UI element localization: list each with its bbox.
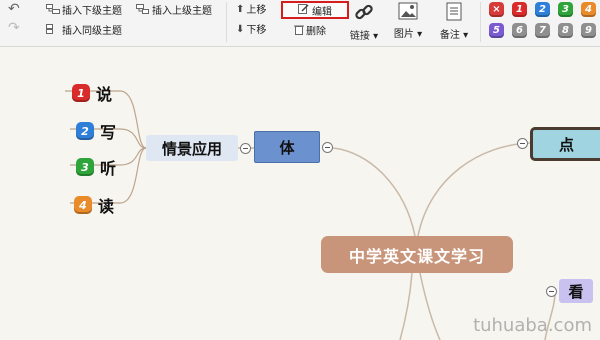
- marker-4-icon[interactable]: 4: [581, 2, 596, 17]
- node-label: 看: [568, 282, 584, 301]
- marker-5-icon[interactable]: 5: [489, 23, 504, 38]
- branch-ti-node[interactable]: 体: [254, 131, 320, 163]
- collapse-toggle-icon[interactable]: [546, 286, 557, 297]
- link-button[interactable]: 链接 ▾: [346, 2, 382, 42]
- marker-label: 2: [539, 4, 546, 15]
- marker-label: 4: [585, 4, 592, 15]
- edit-label: 编辑: [312, 6, 332, 18]
- image-icon: [389, 2, 427, 23]
- redo-icon[interactable]: ↷: [8, 21, 20, 35]
- edit-button[interactable]: 编辑: [281, 1, 349, 19]
- move-down-button[interactable]: ⬇ 下移: [236, 24, 266, 37]
- arrow-down-icon: ⬇: [236, 24, 245, 35]
- image-label: 图片: [393, 29, 414, 40]
- chevron-down-icon: ▾: [369, 31, 379, 42]
- move-down-label: 下移: [246, 25, 267, 36]
- priority-3-icon: 3: [76, 158, 94, 176]
- marker-label: 6: [516, 25, 523, 36]
- central-topic[interactable]: 中学英文课文学习: [321, 236, 513, 273]
- toolbar-divider: [226, 2, 227, 42]
- collapse-toggle-icon[interactable]: [240, 143, 251, 154]
- marker-label: 9: [585, 25, 592, 36]
- pencil-icon: [298, 3, 309, 17]
- node-label: 点: [558, 135, 574, 154]
- mindmap-canvas[interactable]: 1 说 2 写 3 听 4 读 情景应用 体 点 中学英文课文学习 看 tuhu…: [0, 47, 600, 340]
- marker-3-icon[interactable]: 3: [558, 2, 573, 17]
- marker-label: 5: [493, 25, 500, 36]
- watermark: tuhuaba.com: [473, 315, 592, 336]
- marker-9-icon[interactable]: 9: [581, 23, 596, 38]
- central-topic-label: 中学英文课文学习: [348, 246, 485, 266]
- delete-button[interactable]: 删除: [294, 24, 326, 39]
- collapse-toggle-icon[interactable]: [322, 142, 333, 153]
- delete-label: 删除: [306, 26, 326, 38]
- collapse-toggle-icon[interactable]: [517, 138, 528, 149]
- marker-label: 1: [516, 4, 523, 15]
- list-item[interactable]: 2 写: [76, 119, 116, 143]
- priority-2-icon: 2: [76, 122, 94, 140]
- chevron-down-icon: ▾: [413, 29, 423, 40]
- marker-1-icon[interactable]: 1: [512, 2, 527, 17]
- chevron-down-icon: ▾: [459, 30, 469, 41]
- insert-parent-icon: [136, 4, 150, 18]
- marker-number: 2: [81, 124, 89, 138]
- marker-label: 7: [539, 25, 546, 36]
- branch-kan-node[interactable]: 看: [559, 279, 593, 303]
- marker-label: ×: [492, 4, 501, 15]
- leaf-label: 说: [96, 85, 113, 104]
- marker-number: 1: [77, 86, 85, 100]
- marker-number: 4: [79, 198, 87, 212]
- insert-child-icon: [46, 4, 60, 18]
- note-label: 备注: [439, 30, 460, 41]
- marker-6-icon[interactable]: 6: [512, 23, 527, 38]
- insert-sibling-label: 插入同级主题: [62, 26, 122, 37]
- priority-1-icon: 1: [72, 84, 90, 102]
- marker-label: 3: [562, 4, 569, 15]
- insert-child-button[interactable]: 插入下级主题: [46, 4, 122, 18]
- trash-icon: [294, 24, 304, 39]
- arrow-up-icon: ⬆: [236, 4, 245, 15]
- branch-dian-node[interactable]: 点: [530, 127, 600, 161]
- insert-parent-label: 插入上级主题: [152, 6, 212, 17]
- toolbar: ↶ ↷ 插入下级主题 插入上级主题 插入同级主题 ⬆上移 ⬇下移 编辑 删除: [0, 0, 600, 47]
- insert-sibling-button[interactable]: 插入同级主题: [46, 24, 122, 38]
- link-label: 链接: [349, 31, 370, 42]
- insert-sibling-icon: [46, 24, 60, 38]
- list-item[interactable]: 4 读: [74, 193, 114, 217]
- marker-label: 8: [562, 25, 569, 36]
- marker-remove-icon[interactable]: ×: [489, 2, 504, 17]
- note-icon: [434, 2, 474, 24]
- node-label: 情景应用: [161, 139, 222, 158]
- note-button[interactable]: 备注 ▾: [434, 2, 474, 41]
- marker-2-icon[interactable]: 2: [535, 2, 550, 17]
- move-up-label: 上移: [246, 5, 267, 16]
- leaf-label: 读: [98, 197, 115, 216]
- subtopic-scene-node[interactable]: 情景应用: [146, 135, 238, 161]
- link-icon: [346, 2, 382, 25]
- insert-parent-button[interactable]: 插入上级主题: [136, 4, 212, 18]
- toolbar-divider: [480, 2, 481, 42]
- list-item[interactable]: 3 听: [76, 155, 116, 179]
- list-item[interactable]: 1 说: [72, 81, 112, 105]
- marker-7-icon[interactable]: 7: [535, 23, 550, 38]
- image-button[interactable]: 图片 ▾: [389, 2, 427, 40]
- marker-8-icon[interactable]: 8: [558, 23, 573, 38]
- move-up-button[interactable]: ⬆ 上移: [236, 4, 266, 17]
- leaf-label: 听: [100, 159, 117, 178]
- priority-4-icon: 4: [74, 196, 92, 214]
- node-label: 体: [279, 138, 295, 157]
- leaf-label: 写: [100, 123, 117, 142]
- insert-child-label: 插入下级主题: [62, 6, 122, 17]
- undo-icon[interactable]: ↶: [8, 2, 20, 16]
- marker-number: 3: [81, 160, 89, 174]
